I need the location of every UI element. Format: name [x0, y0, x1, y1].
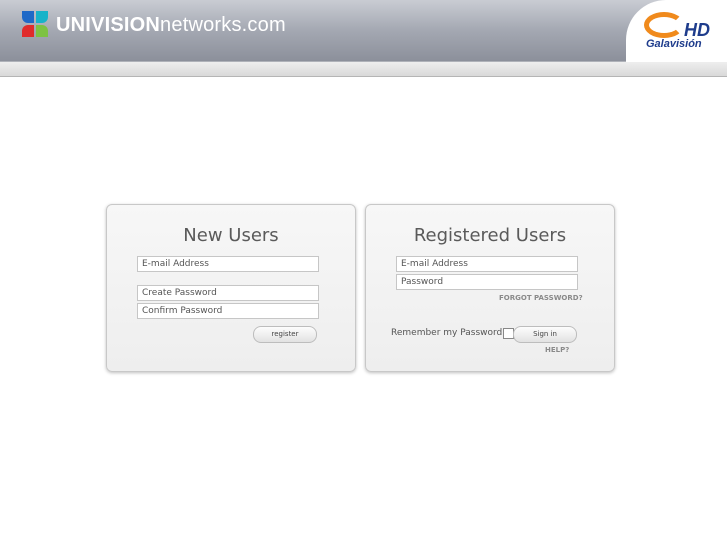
- header-stripe: [0, 62, 727, 76]
- new-users-panel: New Users E-mail Address Create Password…: [106, 204, 356, 372]
- sign-in-button[interactable]: Sign in: [513, 326, 577, 343]
- brand-text: UNIVISIONnetworks.com: [56, 14, 286, 37]
- brand-bold: UNIVISION: [56, 13, 161, 36]
- login-email-field[interactable]: E-mail Address: [396, 256, 578, 272]
- new-users-title: New Users: [183, 225, 279, 246]
- remember-label: Remember my Password: [391, 328, 503, 338]
- register-button[interactable]: register: [253, 326, 317, 343]
- new-email-field[interactable]: E-mail Address: [137, 256, 319, 272]
- galavision-logo[interactable]: HD Galavisión: [626, 0, 727, 62]
- login-password-field[interactable]: Password: [396, 274, 578, 290]
- univision-mark-icon: [22, 11, 50, 39]
- brand-light: networks.com: [160, 13, 286, 36]
- confirm-password-field[interactable]: Confirm Password: [137, 303, 319, 319]
- create-password-field[interactable]: Create Password: [137, 285, 319, 301]
- galavision-g-icon: [644, 12, 684, 38]
- forgot-password-link[interactable]: FORGOT PASSWORD?: [499, 294, 583, 302]
- header-bar: UNIVISIONnetworks.com HD Galavisión: [0, 0, 727, 77]
- univision-logo[interactable]: UNIVISIONnetworks.com: [22, 10, 286, 40]
- galavision-name: Galavisión: [646, 38, 702, 50]
- registered-users-title: Registered Users: [413, 225, 567, 246]
- registered-users-panel: Registered Users E-mail Address Password…: [365, 204, 615, 372]
- help-link[interactable]: HELP?: [545, 346, 569, 354]
